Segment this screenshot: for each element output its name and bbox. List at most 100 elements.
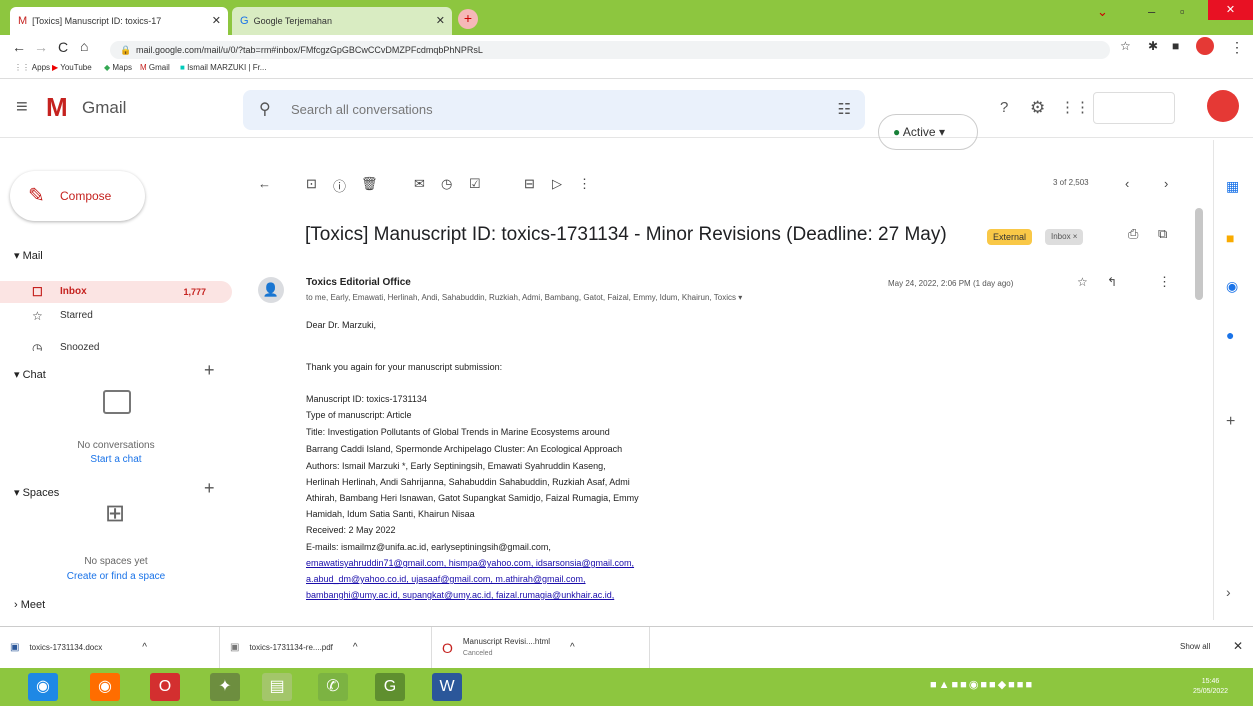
message-more-icon[interactable]: ⋮ — [1158, 274, 1171, 290]
add-to-tasks-icon[interactable]: ☑ — [469, 176, 481, 192]
whatsapp-icon[interactable]: ✆ — [318, 673, 348, 701]
bookmark-star-icon[interactable]: ☆ — [1120, 39, 1131, 53]
section-spaces[interactable]: ▾ Spaces — [14, 486, 59, 499]
create-space-link[interactable]: Create or find a space — [0, 571, 232, 582]
section-mail[interactable]: ▾ Mail — [14, 249, 43, 262]
tab-gmail[interactable]: M [Toxics] Manuscript ID: toxics-17 ✕ — [10, 7, 228, 35]
filter-options-icon[interactable]: ☷ — [838, 90, 851, 130]
start-chat-link[interactable]: Start a chat — [0, 454, 232, 464]
move-to-icon[interactable]: ⊟ — [524, 176, 535, 192]
chevron-up-icon[interactable]: ^ — [570, 642, 575, 653]
download-item[interactable]: ▣ toxics-1731134-re....pdf ^ — [220, 627, 432, 668]
tab-search-icon[interactable]: ■ — [1172, 39, 1179, 53]
profile-avatar[interactable] — [1196, 37, 1214, 55]
opera-icon[interactable]: O — [150, 673, 180, 701]
main-menu-icon[interactable]: ≡ — [16, 96, 28, 119]
body-line: Type of manuscript: Article — [306, 410, 412, 420]
word-icon[interactable]: W — [432, 673, 462, 701]
forward-icon[interactable]: → — [34, 39, 48, 55]
email-list-line[interactable]: bambanghi@umy.ac.id, supangkat@umy.ac.id… — [306, 590, 614, 600]
add-addon-icon[interactable]: + — [1226, 413, 1235, 431]
message-date: May 24, 2022, 2:06 PM (1 day ago) — [888, 279, 1014, 288]
inbox-label-badge[interactable]: Inbox × — [1045, 229, 1084, 245]
reload-icon[interactable]: C — [58, 39, 68, 55]
settings-icon[interactable]: ⚙ — [1030, 98, 1045, 118]
search-input[interactable]: ⚲ Search all conversations ☷ — [243, 90, 865, 130]
back-icon[interactable]: ← — [12, 39, 26, 55]
snooze-icon[interactable]: ◷ — [441, 176, 452, 192]
email-list-line[interactable]: E-mails: ismailmz@unifa.ac.id, earlysept… — [306, 542, 551, 552]
scrollbar-thumb[interactable] — [1195, 208, 1203, 300]
section-chat[interactable]: ▾ Chat — [14, 368, 46, 381]
chevron-up-icon[interactable]: ^ — [142, 642, 147, 653]
compose-button[interactable]: ✎ Compose — [10, 171, 145, 221]
archive-icon[interactable]: ⊡ — [306, 176, 317, 192]
bookmark-apps[interactable]: ⋮⋮ Apps — [14, 63, 50, 72]
show-all-button[interactable]: Show all — [1180, 642, 1210, 651]
system-tray[interactable]: ■▲■■◉■■◆■■■ — [930, 678, 1034, 691]
minimize-button[interactable]: – — [1148, 4, 1155, 19]
chrome-icon[interactable]: ◉ — [28, 673, 58, 701]
firefox-icon[interactable]: ◉ — [90, 673, 120, 701]
account-avatar[interactable] — [1207, 90, 1239, 122]
sender-avatar[interactable]: 👤 — [258, 277, 284, 303]
calendar-icon[interactable]: ▦ — [1226, 178, 1239, 195]
close-downloads-icon[interactable]: ✕ — [1233, 639, 1243, 653]
new-space-plus-icon[interactable]: + — [204, 478, 215, 499]
email-list-line[interactable]: emawatisyahruddin71@gmail.com, hismpa@ya… — [306, 558, 634, 568]
delete-icon[interactable]: 🗑 — [361, 176, 378, 192]
maximize-button[interactable]: ▫ — [1180, 4, 1185, 19]
reply-icon[interactable]: ↰ — [1107, 275, 1117, 289]
sidebar-item-starred[interactable]: ☆ Starred — [0, 305, 232, 327]
label-icon[interactable]: ▷ — [552, 176, 562, 192]
new-chat-plus-icon[interactable]: + — [204, 360, 215, 381]
recipients-line[interactable]: to me, Early, Emawati, Herlinah, Andi, S… — [306, 293, 742, 302]
email-subject: [Toxics] Manuscript ID: toxics-1731134 -… — [305, 224, 947, 245]
newer-icon[interactable]: ‹ — [1125, 176, 1129, 191]
home-icon[interactable]: ⌂ — [80, 38, 88, 54]
close-tab-icon[interactable]: ✕ — [436, 14, 445, 27]
system-clock[interactable]: 15:46 25/05/2022 — [1193, 677, 1228, 697]
status-chip[interactable]: ● Active ▾ — [878, 114, 978, 150]
tab-translate[interactable]: G Google Terjemahan ✕ — [232, 7, 452, 35]
close-window-button[interactable]: ✕ — [1208, 0, 1253, 20]
contacts-icon[interactable]: ● — [1226, 327, 1234, 343]
sidebar-item-snoozed[interactable]: ◷ Snoozed — [0, 337, 232, 351]
sender-name[interactable]: Toxics Editorial Office — [306, 277, 411, 288]
open-new-window-icon[interactable]: ⧉ — [1158, 226, 1167, 242]
chrome-active-icon[interactable]: G — [375, 673, 405, 701]
gmail-logo-text[interactable]: Gmail — [82, 98, 126, 118]
organization-logo[interactable] — [1093, 92, 1175, 124]
new-tab-button[interactable]: + — [458, 9, 478, 29]
bookmark-gmail[interactable]: M Gmail — [140, 63, 170, 72]
expand-panel-icon[interactable]: › — [1226, 584, 1231, 600]
app-icon[interactable]: ✦ — [210, 673, 240, 701]
bookmark-maps[interactable]: ◆ Maps — [104, 63, 132, 72]
profile-dropdown-icon[interactable]: ⌄ — [1097, 4, 1108, 20]
bookmark-ismail[interactable]: ■ Ismail MARZUKI | Fr... — [180, 63, 266, 72]
search-icon[interactable]: ⚲ — [259, 90, 271, 130]
tasks-icon[interactable]: ◉ — [1226, 278, 1238, 295]
extensions-icon[interactable]: ✱ — [1148, 39, 1158, 53]
file-explorer-icon[interactable]: ▤ — [262, 673, 292, 701]
sidebar-item-inbox[interactable]: ☐ Inbox 1,777 — [0, 281, 232, 303]
menu-icon[interactable]: ⋮ — [1230, 39, 1244, 56]
download-item[interactable]: ▣ toxics-1731134.docx ^ — [0, 627, 220, 668]
email-list-line[interactable]: a.abud_dm@yahoo.co.id, ujasaaf@gmail.com… — [306, 574, 586, 584]
google-apps-icon[interactable]: ⋮⋮ — [1060, 98, 1090, 116]
star-message-icon[interactable]: ☆ — [1077, 275, 1088, 289]
help-icon[interactable]: ? — [1000, 99, 1008, 116]
more-options-icon[interactable]: ⋮ — [578, 176, 591, 192]
address-bar[interactable]: 🔒 mail.google.com/mail/u/0/?tab=rm#inbox… — [110, 41, 1110, 59]
bookmark-youtube[interactable]: ▶ YouTube — [52, 63, 92, 72]
section-meet[interactable]: › Meet — [14, 599, 45, 611]
back-to-inbox-icon[interactable]: ← — [258, 176, 271, 191]
report-spam-icon[interactable]: ⓘ — [333, 176, 346, 195]
keep-icon[interactable]: ■ — [1226, 230, 1234, 246]
print-icon[interactable]: ⎙ — [1128, 226, 1138, 242]
chevron-up-icon[interactable]: ^ — [353, 642, 358, 653]
close-tab-icon[interactable]: ✕ — [212, 14, 221, 27]
older-icon[interactable]: › — [1164, 176, 1168, 191]
download-item[interactable]: O Manuscript Revisi....html Canceled ^ — [432, 627, 650, 668]
mark-unread-icon[interactable]: ✉ — [414, 176, 425, 192]
